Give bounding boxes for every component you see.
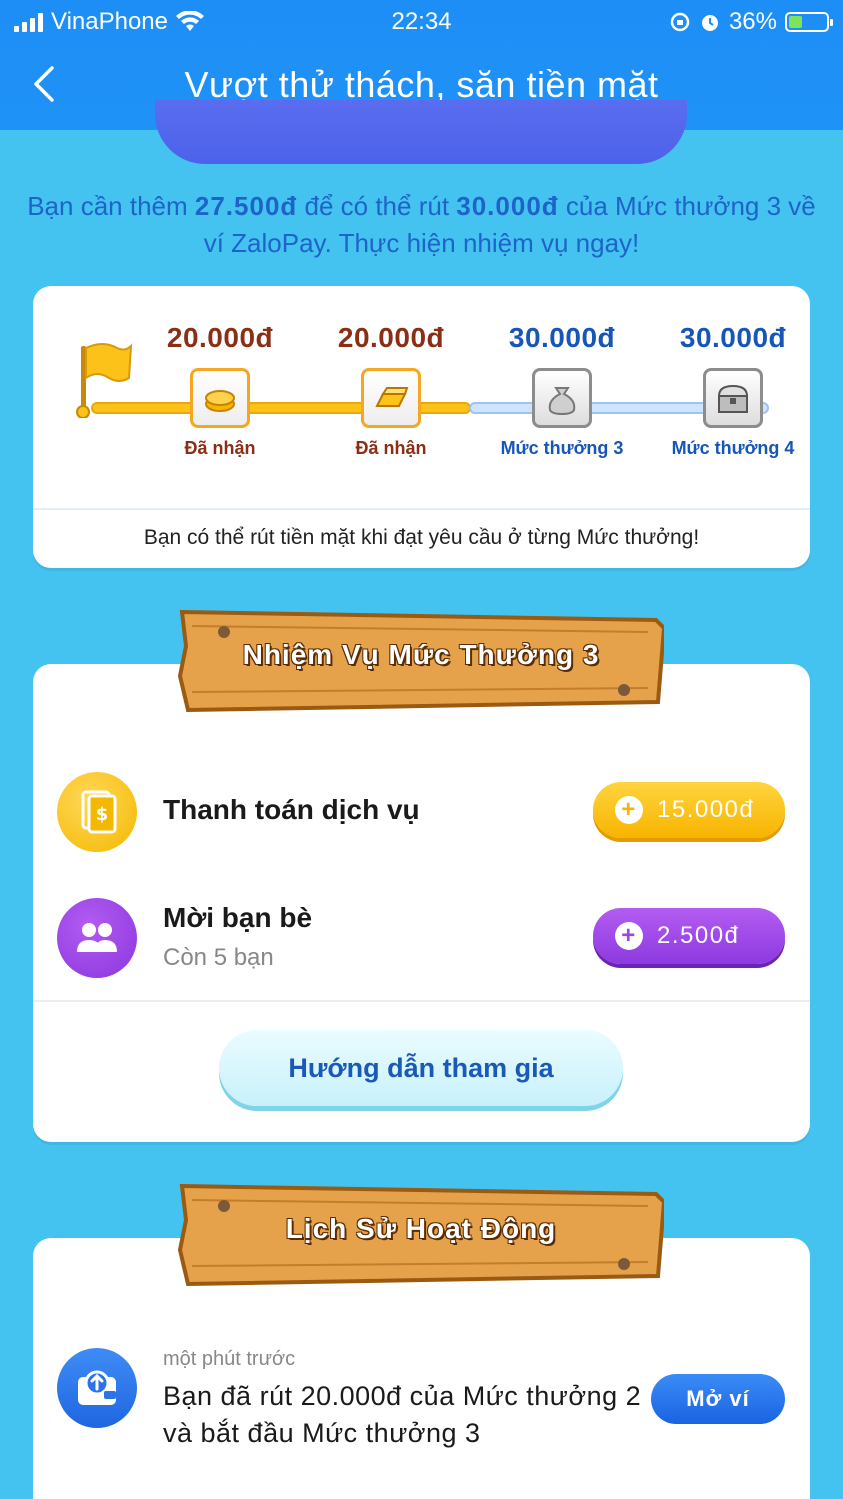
task-sub: Còn 5 bạn	[163, 944, 274, 971]
section-title: Lịch Sử Hoạt Động	[285, 1213, 557, 1244]
reward-button[interactable]: + 2.500đ	[593, 908, 785, 964]
battery-fill	[789, 16, 802, 28]
level-amount: 30.000đ	[508, 322, 616, 353]
notice-part1: Bạn cần thêm	[27, 191, 195, 221]
levels-hint: Bạn có thể rút tiền mặt khi đạt yêu cầu …	[143, 526, 700, 549]
receipt-dollar-icon: $	[57, 772, 137, 852]
battery-percent: 36%	[728, 8, 777, 35]
orientation-lock-icon	[670, 12, 690, 32]
money-bag-icon	[532, 368, 592, 428]
level-label: Mức thưởng 4	[671, 438, 795, 458]
level-label: Đã nhận	[184, 438, 256, 458]
treasure-chest-icon	[703, 368, 763, 428]
reward-amount: 15.000đ	[657, 796, 755, 823]
target-amount: 30.000đ	[456, 191, 559, 221]
level-label: Mức thưởng 3	[500, 438, 624, 458]
tasks-card: $ Thanh toán dịch vụ + 15.000đ Mời bạn b…	[33, 664, 810, 1142]
notice-part2: để có thể rút	[297, 191, 457, 221]
level-3: 30.000đ Mức thưởng 3	[482, 322, 642, 459]
coins-icon	[190, 368, 250, 428]
history-section-banner: Lịch Sử Hoạt Động	[178, 1180, 664, 1287]
wallet-withdraw-icon	[57, 1348, 137, 1428]
tasks-section-banner: Nhiệm Vụ Mức Thưởng 3	[178, 606, 664, 713]
section-title: Nhiệm Vụ Mức Thưởng 3	[242, 639, 600, 670]
open-wallet-button[interactable]: Mở ví	[651, 1374, 785, 1424]
level-amount: 20.000đ	[166, 322, 274, 353]
users-icon	[57, 898, 137, 978]
divider	[33, 1000, 810, 1002]
needed-amount: 27.500đ	[194, 191, 298, 221]
status-right: 36%	[669, 8, 833, 36]
guide-button[interactable]: Hướng dẫn tham gia	[219, 1030, 623, 1106]
status-bar: VinaPhone 22:34 36%	[0, 0, 843, 42]
alarm-icon	[701, 15, 718, 31]
history-text: Bạn đã rút 20.000đ của Mức thưởng 2 và b…	[163, 1381, 642, 1448]
level-1: 20.000đ Đã nhận	[140, 322, 300, 459]
gold-bar-icon	[361, 368, 421, 428]
level-label: Đã nhận	[355, 438, 427, 458]
divider	[33, 508, 810, 510]
reward-amount: 2.500đ	[657, 922, 740, 949]
battery-icon	[785, 12, 833, 32]
plus-icon: +	[615, 922, 643, 950]
history-time: một phút trước	[163, 1348, 296, 1370]
task-name: Thanh toán dịch vụ	[163, 794, 420, 825]
svg-text:$: $	[96, 804, 109, 825]
reward-levels-card: 20.000đ Đã nhận 20.000đ Đã nhận 30.000đ …	[33, 286, 810, 568]
reward-button[interactable]: + 15.000đ	[593, 782, 785, 838]
top-banner-pill	[155, 100, 687, 164]
task-name: Mời bạn bè	[163, 902, 313, 933]
level-2: 20.000đ Đã nhận	[311, 322, 471, 459]
progress-notice: Bạn cần thêm 27.500đ để có thể rút 30.00…	[20, 188, 823, 262]
level-amount: 20.000đ	[337, 322, 445, 353]
plus-icon: +	[615, 796, 643, 824]
level-4: 30.000đ Mức thưởng 4	[653, 322, 813, 459]
level-amount: 30.000đ	[679, 322, 787, 353]
